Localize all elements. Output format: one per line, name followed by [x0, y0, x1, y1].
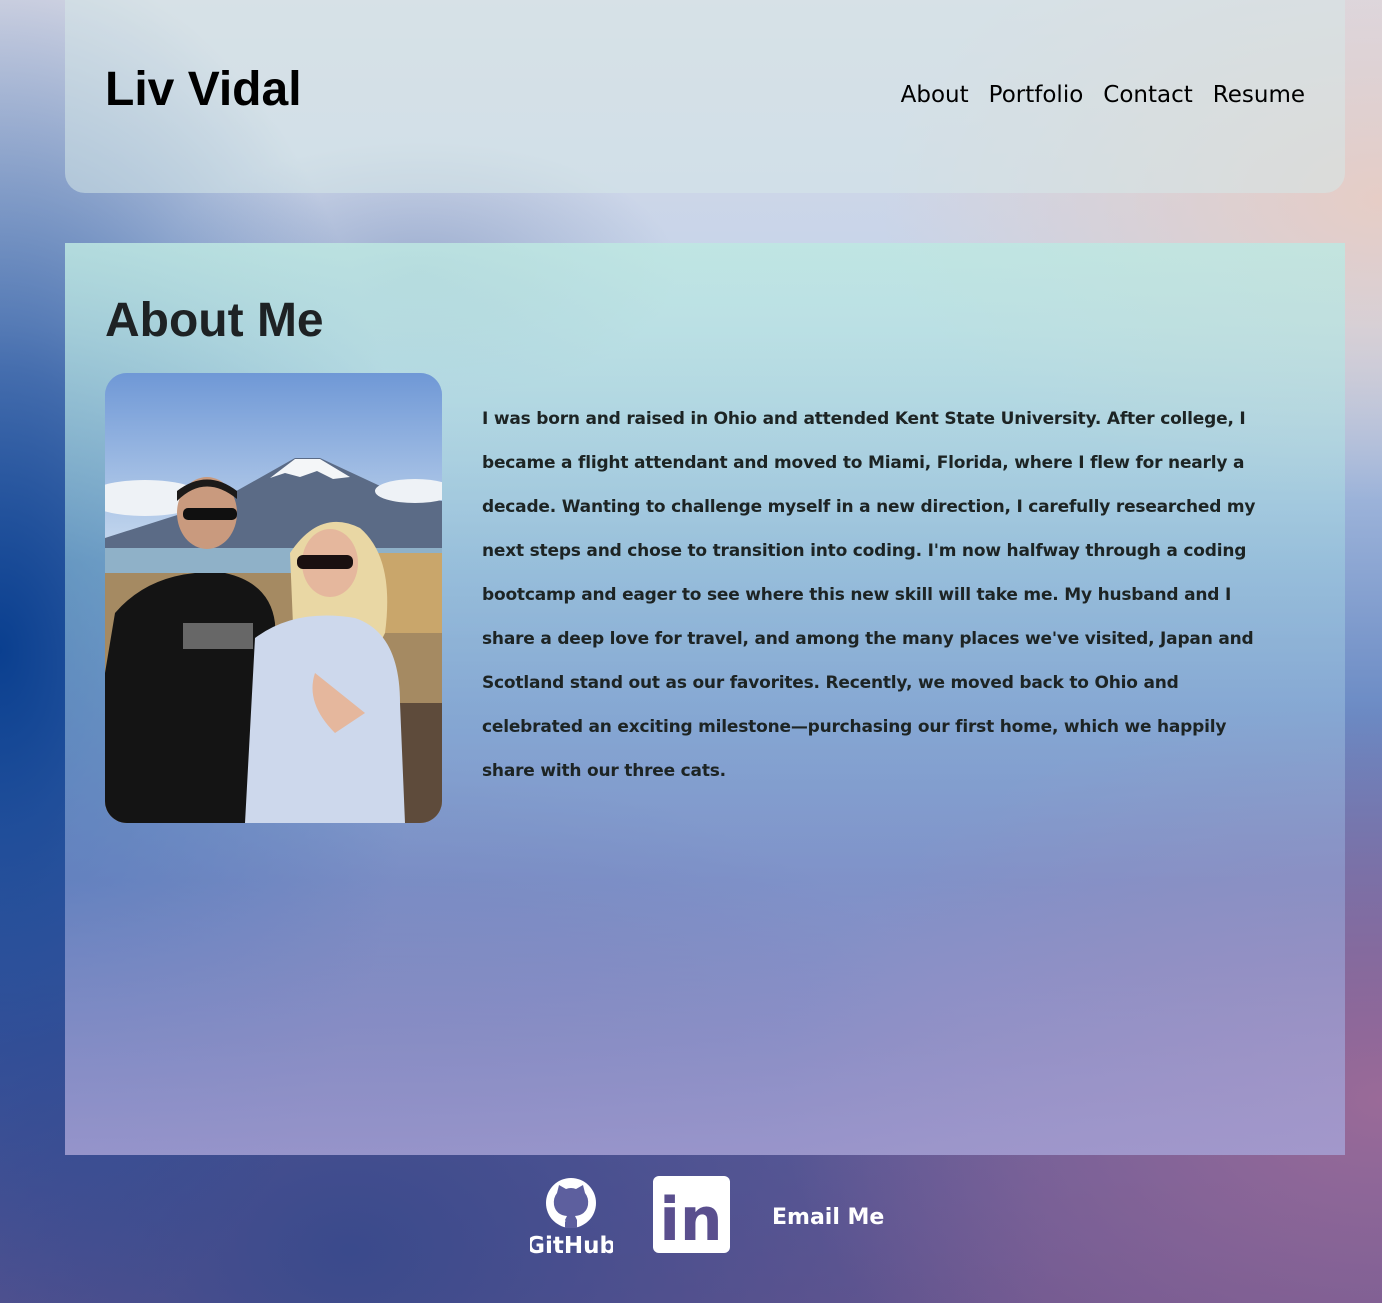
- email-link[interactable]: Email Me: [772, 1205, 884, 1230]
- nav-contact-link[interactable]: Contact: [1103, 82, 1192, 108]
- site-brand[interactable]: Liv Vidal: [105, 62, 302, 117]
- about-bio: I was born and raised in Ohio and attend…: [482, 409, 1256, 781]
- nav-about-link[interactable]: About: [901, 82, 969, 108]
- nav-portfolio-link[interactable]: Portfolio: [989, 82, 1084, 108]
- linkedin-icon: in: [653, 1176, 730, 1255]
- github-label: GitHub: [530, 1233, 613, 1256]
- profile-photo: [105, 373, 442, 823]
- github-icon: GitHub: [526, 1178, 616, 1259]
- linkedin-link[interactable]: in: [653, 1176, 730, 1255]
- about-title: About Me: [105, 294, 324, 347]
- main-nav: About Portfolio Contact Resume: [901, 82, 1305, 108]
- linkedin-label: in: [659, 1185, 722, 1253]
- site-footer: GitHub in Email Me: [0, 1155, 1382, 1303]
- nav-resume-link[interactable]: Resume: [1213, 82, 1305, 108]
- github-link[interactable]: GitHub: [526, 1176, 616, 1259]
- about-section: About Me I was born and raised in Ohio a…: [65, 243, 1345, 1155]
- profile-photo-illustration: [105, 373, 442, 823]
- site-header: Liv Vidal About Portfolio Contact Resume: [65, 0, 1345, 193]
